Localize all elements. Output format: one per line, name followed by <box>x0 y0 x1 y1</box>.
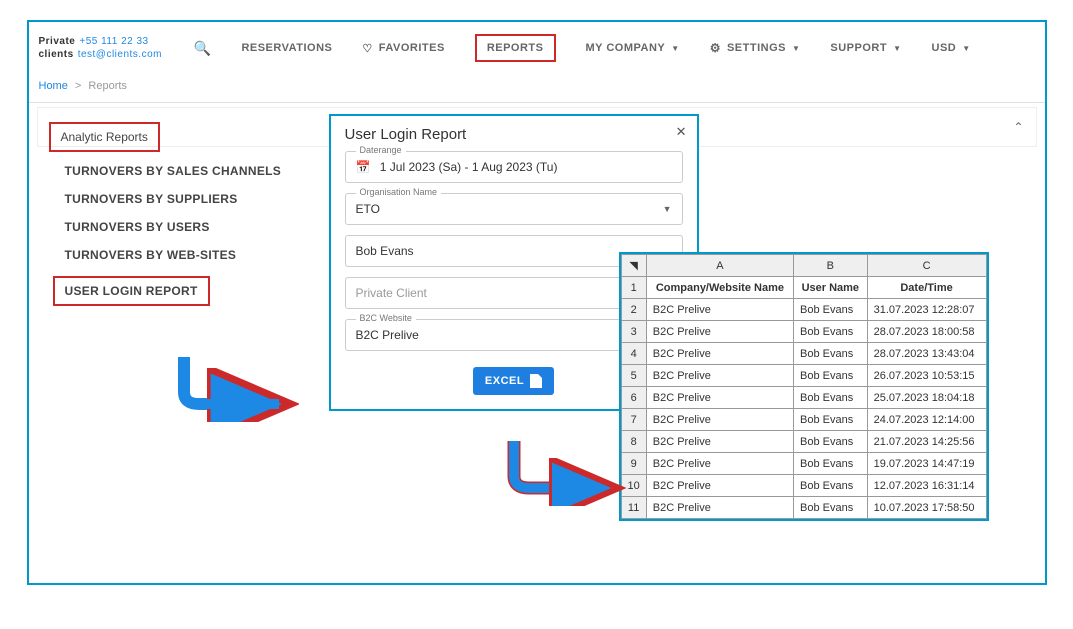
nav-favorites-label: FAVORITES <box>379 42 445 54</box>
row-head[interactable]: 4 <box>621 343 646 365</box>
arrow-icon <box>169 352 299 422</box>
row-head[interactable]: 2 <box>621 299 646 321</box>
arrow-icon <box>499 436 629 506</box>
b2c-website-legend: B2C Website <box>356 313 416 323</box>
nav-my-company[interactable]: MY COMPANY ▼ <box>586 42 680 54</box>
row-head[interactable]: 1 <box>621 277 646 299</box>
nav-currency-label: USD <box>932 42 957 54</box>
breadcrumb-home[interactable]: Home <box>39 80 68 92</box>
cell-company[interactable]: B2C Prelive <box>646 365 793 387</box>
cell-date[interactable]: 12.07.2023 16:31:14 <box>867 475 986 497</box>
header-company[interactable]: Company/Website Name <box>646 277 793 299</box>
cell-date[interactable]: 28.07.2023 18:00:58 <box>867 321 986 343</box>
excel-button[interactable]: EXCEL <box>473 367 554 395</box>
cell-user[interactable]: Bob Evans <box>794 343 868 365</box>
cell-date[interactable]: 10.07.2023 17:58:50 <box>867 497 986 519</box>
sidebar-item-sales-channels[interactable]: TURNOVERS BY SALES CHANNELS <box>65 164 309 178</box>
sidebar-title: Analytic Reports <box>49 122 160 152</box>
row-head[interactable]: 7 <box>621 409 646 431</box>
cell-date[interactable]: 28.07.2023 13:43:04 <box>867 343 986 365</box>
client-email[interactable]: test@clients.com <box>78 49 162 60</box>
cell-date[interactable]: 31.07.2023 12:28:07 <box>867 299 986 321</box>
header-date[interactable]: Date/Time <box>867 277 986 299</box>
calendar-icon: 📅 <box>356 160 371 174</box>
chevron-down-icon: ▼ <box>792 44 800 53</box>
heart-icon: ♡ <box>362 42 372 55</box>
document-icon <box>530 374 542 388</box>
nav-support[interactable]: SUPPORT ▼ <box>830 42 901 54</box>
client-info: Private +55 111 22 33 clients test@clien… <box>39 36 174 60</box>
chevron-down-icon: ▼ <box>962 44 970 53</box>
cell-date[interactable]: 25.07.2023 18:04:18 <box>867 387 986 409</box>
cell-user[interactable]: Bob Evans <box>794 475 868 497</box>
daterange-value: 1 Jul 2023 (Sa) - 1 Aug 2023 (Tu) <box>380 160 558 174</box>
sidebar-item-websites[interactable]: TURNOVERS BY WEB-SITES <box>65 248 309 262</box>
breadcrumb: Home > Reports <box>39 80 127 92</box>
col-a[interactable]: A <box>646 255 793 277</box>
client-label-1: Private <box>39 36 76 47</box>
nav-favorites[interactable]: ♡ FAVORITES <box>362 42 444 55</box>
cell-company[interactable]: B2C Prelive <box>646 409 793 431</box>
cell-date[interactable]: 19.07.2023 14:47:19 <box>867 453 986 475</box>
excel-button-label: EXCEL <box>485 375 524 387</box>
result-spreadsheet: ◥ A B C 1 Company/Website Name User Name… <box>619 252 989 521</box>
private-client-placeholder: Private Client <box>356 286 427 300</box>
chevron-down-icon: ▼ <box>893 44 901 53</box>
cell-user[interactable]: Bob Evans <box>794 431 868 453</box>
nav-settings[interactable]: ⚙ SETTINGS ▼ <box>710 41 801 55</box>
cell-company[interactable]: B2C Prelive <box>646 475 793 497</box>
gear-icon: ⚙ <box>710 41 721 55</box>
search-icon[interactable]: 🔍 <box>194 40 212 57</box>
cell-company[interactable]: B2C Prelive <box>646 497 793 519</box>
cell-user[interactable]: Bob Evans <box>794 299 868 321</box>
cell-user[interactable]: Bob Evans <box>794 387 868 409</box>
sidebar-item-users[interactable]: TURNOVERS BY USERS <box>65 220 309 234</box>
nav-support-label: SUPPORT <box>830 42 887 54</box>
row-head[interactable]: 5 <box>621 365 646 387</box>
organisation-select[interactable]: Organisation Name ETO ▼ <box>345 193 683 225</box>
col-b[interactable]: B <box>794 255 868 277</box>
breadcrumb-current: Reports <box>88 80 127 92</box>
cell-company[interactable]: B2C Prelive <box>646 453 793 475</box>
col-c[interactable]: C <box>867 255 986 277</box>
b2c-website-value: B2C Prelive <box>356 328 419 342</box>
cell-company[interactable]: B2C Prelive <box>646 343 793 365</box>
sidebar-item-user-login-report[interactable]: USER LOGIN REPORT <box>53 276 210 306</box>
cell-company[interactable]: B2C Prelive <box>646 299 793 321</box>
cell-user[interactable]: Bob Evans <box>794 409 868 431</box>
cell-user[interactable]: Bob Evans <box>794 321 868 343</box>
daterange-legend: Daterange <box>356 145 406 155</box>
nav-my-company-label: MY COMPANY <box>586 42 666 54</box>
chevron-down-icon: ▼ <box>663 204 672 214</box>
row-head[interactable]: 3 <box>621 321 646 343</box>
cell-date[interactable]: 26.07.2023 10:53:15 <box>867 365 986 387</box>
header-user[interactable]: User Name <box>794 277 868 299</box>
cell-company[interactable]: B2C Prelive <box>646 431 793 453</box>
close-icon[interactable]: ✕ <box>676 124 687 140</box>
chevron-down-icon: ▼ <box>671 44 679 53</box>
cell-user[interactable]: Bob Evans <box>794 365 868 387</box>
cell-company[interactable]: B2C Prelive <box>646 321 793 343</box>
cell-date[interactable]: 21.07.2023 14:25:56 <box>867 431 986 453</box>
organisation-value: ETO <box>356 202 380 216</box>
cell-user[interactable]: Bob Evans <box>794 497 868 519</box>
nav-reports[interactable]: REPORTS <box>475 34 556 62</box>
corner-cell: ◥ <box>621 255 646 277</box>
organisation-legend: Organisation Name <box>356 187 442 197</box>
client-phone[interactable]: +55 111 22 33 <box>79 36 148 47</box>
nav-settings-label: SETTINGS <box>727 42 786 54</box>
collapse-icon[interactable]: ⌃ <box>1013 120 1023 134</box>
cell-user[interactable]: Bob Evans <box>794 453 868 475</box>
client-label-2: clients <box>39 49 74 60</box>
cell-company[interactable]: B2C Prelive <box>646 387 793 409</box>
form-title: User Login Report <box>345 126 683 143</box>
nav-reservations[interactable]: RESERVATIONS <box>241 42 332 54</box>
sidebar-item-suppliers[interactable]: TURNOVERS BY SUPPLIERS <box>65 192 309 206</box>
cell-date[interactable]: 24.07.2023 12:14:00 <box>867 409 986 431</box>
daterange-input[interactable]: Daterange 📅 1 Jul 2023 (Sa) - 1 Aug 2023… <box>345 151 683 183</box>
nav-currency[interactable]: USD ▼ <box>932 42 971 54</box>
row-head[interactable]: 6 <box>621 387 646 409</box>
person-value: Bob Evans <box>356 244 414 258</box>
